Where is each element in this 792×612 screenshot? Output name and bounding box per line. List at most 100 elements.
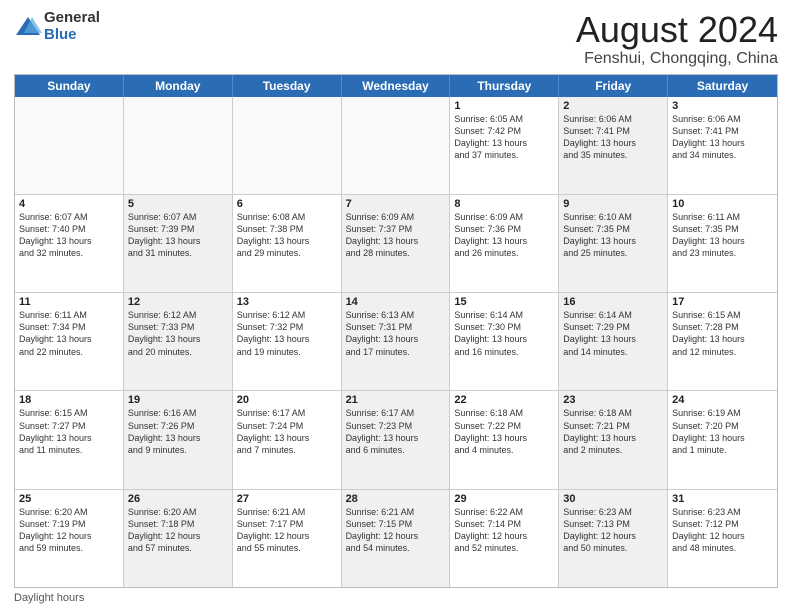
cal-cell-21: 21Sunrise: 6:17 AMSunset: 7:23 PMDayligh… (342, 391, 451, 488)
footer-note: Daylight hours (14, 592, 778, 604)
day-info: Sunrise: 6:21 AMSunset: 7:17 PMDaylight:… (237, 506, 337, 555)
day-info: Sunrise: 6:16 AMSunset: 7:26 PMDaylight:… (128, 407, 228, 456)
cal-cell-30: 30Sunrise: 6:23 AMSunset: 7:13 PMDayligh… (559, 490, 668, 587)
day-number: 31 (672, 493, 773, 505)
day-info: Sunrise: 6:19 AMSunset: 7:20 PMDaylight:… (672, 407, 773, 456)
day-number: 16 (563, 296, 663, 308)
day-info: Sunrise: 6:06 AMSunset: 7:41 PMDaylight:… (563, 113, 663, 162)
cal-cell-18: 18Sunrise: 6:15 AMSunset: 7:27 PMDayligh… (15, 391, 124, 488)
cal-cell-empty-3 (342, 97, 451, 194)
header: General Blue August 2024 Fenshui, Chongq… (14, 10, 778, 68)
day-number: 12 (128, 296, 228, 308)
day-info: Sunrise: 6:11 AMSunset: 7:35 PMDaylight:… (672, 211, 773, 260)
day-number: 13 (237, 296, 337, 308)
day-info: Sunrise: 6:13 AMSunset: 7:31 PMDaylight:… (346, 309, 446, 358)
cal-cell-26: 26Sunrise: 6:20 AMSunset: 7:18 PMDayligh… (124, 490, 233, 587)
day-number: 24 (672, 394, 773, 406)
cal-cell-9: 9Sunrise: 6:10 AMSunset: 7:35 PMDaylight… (559, 195, 668, 292)
day-info: Sunrise: 6:17 AMSunset: 7:24 PMDaylight:… (237, 407, 337, 456)
header-day-thursday: Thursday (450, 75, 559, 97)
cal-cell-5: 5Sunrise: 6:07 AMSunset: 7:39 PMDaylight… (124, 195, 233, 292)
logo-icon (14, 13, 42, 41)
cal-cell-15: 15Sunrise: 6:14 AMSunset: 7:30 PMDayligh… (450, 293, 559, 390)
logo-text: General Blue (44, 10, 100, 43)
week-row-1: 1Sunrise: 6:05 AMSunset: 7:42 PMDaylight… (15, 97, 777, 194)
logo-blue: Blue (44, 27, 100, 44)
day-info: Sunrise: 6:14 AMSunset: 7:29 PMDaylight:… (563, 309, 663, 358)
page: General Blue August 2024 Fenshui, Chongq… (0, 0, 792, 612)
day-number: 19 (128, 394, 228, 406)
header-day-monday: Monday (124, 75, 233, 97)
day-info: Sunrise: 6:05 AMSunset: 7:42 PMDaylight:… (454, 113, 554, 162)
day-info: Sunrise: 6:09 AMSunset: 7:37 PMDaylight:… (346, 211, 446, 260)
cal-cell-29: 29Sunrise: 6:22 AMSunset: 7:14 PMDayligh… (450, 490, 559, 587)
day-info: Sunrise: 6:15 AMSunset: 7:27 PMDaylight:… (19, 407, 119, 456)
day-info: Sunrise: 6:20 AMSunset: 7:19 PMDaylight:… (19, 506, 119, 555)
week-row-2: 4Sunrise: 6:07 AMSunset: 7:40 PMDaylight… (15, 194, 777, 292)
cal-cell-10: 10Sunrise: 6:11 AMSunset: 7:35 PMDayligh… (668, 195, 777, 292)
cal-cell-empty-0 (15, 97, 124, 194)
cal-cell-31: 31Sunrise: 6:23 AMSunset: 7:12 PMDayligh… (668, 490, 777, 587)
day-info: Sunrise: 6:15 AMSunset: 7:28 PMDaylight:… (672, 309, 773, 358)
day-number: 30 (563, 493, 663, 505)
day-number: 26 (128, 493, 228, 505)
cal-cell-1: 1Sunrise: 6:05 AMSunset: 7:42 PMDaylight… (450, 97, 559, 194)
day-info: Sunrise: 6:08 AMSunset: 7:38 PMDaylight:… (237, 211, 337, 260)
logo: General Blue (14, 10, 100, 43)
cal-cell-empty-1 (124, 97, 233, 194)
day-info: Sunrise: 6:20 AMSunset: 7:18 PMDaylight:… (128, 506, 228, 555)
day-info: Sunrise: 6:10 AMSunset: 7:35 PMDaylight:… (563, 211, 663, 260)
cal-cell-19: 19Sunrise: 6:16 AMSunset: 7:26 PMDayligh… (124, 391, 233, 488)
header-day-wednesday: Wednesday (342, 75, 451, 97)
day-number: 4 (19, 198, 119, 210)
day-info: Sunrise: 6:17 AMSunset: 7:23 PMDaylight:… (346, 407, 446, 456)
day-number: 29 (454, 493, 554, 505)
day-info: Sunrise: 6:21 AMSunset: 7:15 PMDaylight:… (346, 506, 446, 555)
header-day-sunday: Sunday (15, 75, 124, 97)
day-number: 20 (237, 394, 337, 406)
cal-cell-20: 20Sunrise: 6:17 AMSunset: 7:24 PMDayligh… (233, 391, 342, 488)
day-number: 27 (237, 493, 337, 505)
day-number: 23 (563, 394, 663, 406)
day-number: 1 (454, 100, 554, 112)
day-info: Sunrise: 6:22 AMSunset: 7:14 PMDaylight:… (454, 506, 554, 555)
day-info: Sunrise: 6:06 AMSunset: 7:41 PMDaylight:… (672, 113, 773, 162)
day-number: 22 (454, 394, 554, 406)
day-info: Sunrise: 6:11 AMSunset: 7:34 PMDaylight:… (19, 309, 119, 358)
day-number: 11 (19, 296, 119, 308)
cal-cell-3: 3Sunrise: 6:06 AMSunset: 7:41 PMDaylight… (668, 97, 777, 194)
cal-cell-4: 4Sunrise: 6:07 AMSunset: 7:40 PMDaylight… (15, 195, 124, 292)
day-info: Sunrise: 6:09 AMSunset: 7:36 PMDaylight:… (454, 211, 554, 260)
day-number: 25 (19, 493, 119, 505)
day-number: 6 (237, 198, 337, 210)
cal-cell-6: 6Sunrise: 6:08 AMSunset: 7:38 PMDaylight… (233, 195, 342, 292)
day-number: 3 (672, 100, 773, 112)
day-info: Sunrise: 6:12 AMSunset: 7:33 PMDaylight:… (128, 309, 228, 358)
week-row-5: 25Sunrise: 6:20 AMSunset: 7:19 PMDayligh… (15, 489, 777, 587)
week-row-3: 11Sunrise: 6:11 AMSunset: 7:34 PMDayligh… (15, 292, 777, 390)
cal-cell-28: 28Sunrise: 6:21 AMSunset: 7:15 PMDayligh… (342, 490, 451, 587)
subtitle: Fenshui, Chongqing, China (576, 50, 778, 68)
day-info: Sunrise: 6:18 AMSunset: 7:22 PMDaylight:… (454, 407, 554, 456)
day-info: Sunrise: 6:18 AMSunset: 7:21 PMDaylight:… (563, 407, 663, 456)
day-info: Sunrise: 6:07 AMSunset: 7:40 PMDaylight:… (19, 211, 119, 260)
cal-cell-17: 17Sunrise: 6:15 AMSunset: 7:28 PMDayligh… (668, 293, 777, 390)
cal-cell-24: 24Sunrise: 6:19 AMSunset: 7:20 PMDayligh… (668, 391, 777, 488)
cal-cell-22: 22Sunrise: 6:18 AMSunset: 7:22 PMDayligh… (450, 391, 559, 488)
day-number: 14 (346, 296, 446, 308)
day-number: 10 (672, 198, 773, 210)
cal-cell-16: 16Sunrise: 6:14 AMSunset: 7:29 PMDayligh… (559, 293, 668, 390)
day-number: 28 (346, 493, 446, 505)
calendar-header: SundayMondayTuesdayWednesdayThursdayFrid… (15, 75, 777, 97)
day-number: 5 (128, 198, 228, 210)
cal-cell-empty-2 (233, 97, 342, 194)
day-info: Sunrise: 6:23 AMSunset: 7:12 PMDaylight:… (672, 506, 773, 555)
header-day-friday: Friday (559, 75, 668, 97)
calendar-body: 1Sunrise: 6:05 AMSunset: 7:42 PMDaylight… (15, 97, 777, 587)
day-number: 15 (454, 296, 554, 308)
cal-cell-7: 7Sunrise: 6:09 AMSunset: 7:37 PMDaylight… (342, 195, 451, 292)
day-number: 17 (672, 296, 773, 308)
main-title: August 2024 (576, 10, 778, 50)
day-number: 18 (19, 394, 119, 406)
cal-cell-27: 27Sunrise: 6:21 AMSunset: 7:17 PMDayligh… (233, 490, 342, 587)
